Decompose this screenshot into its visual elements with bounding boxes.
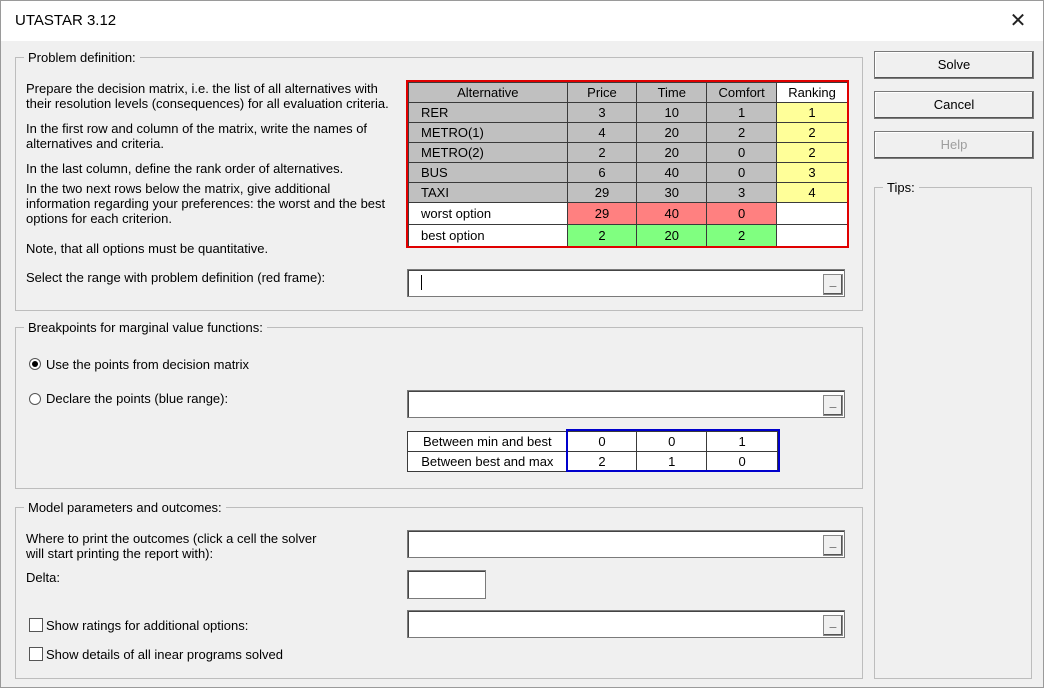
- matrix-cell[interactable]: 30: [636, 182, 708, 203]
- worst-cell[interactable]: [776, 202, 848, 225]
- matrix-cell[interactable]: 6: [566, 162, 638, 183]
- problem-para-1: Prepare the decision matrix, i.e. the li…: [26, 81, 389, 111]
- matrix-cell[interactable]: 1: [706, 102, 778, 123]
- ranking-cell[interactable]: 4: [776, 182, 848, 203]
- breakpoints-range-collapse-button[interactable]: _: [823, 395, 843, 416]
- matrix-header[interactable]: Alternative: [408, 82, 568, 103]
- matrix-header-row: Alternative Price Time Comfort Ranking: [408, 82, 848, 103]
- alternative-cell[interactable]: TAXI: [408, 182, 568, 203]
- text-caret: [421, 275, 422, 290]
- delta-input[interactable]: [407, 570, 486, 599]
- alternative-cell[interactable]: RER: [408, 102, 568, 123]
- declare-points-radio[interactable]: [29, 393, 41, 405]
- decision-matrix: Alternative Price Time Comfort Ranking R…: [408, 82, 848, 247]
- radio-selected-dot: [32, 361, 38, 367]
- ranking-cell[interactable]: 2: [776, 142, 848, 163]
- best-cell[interactable]: 20: [636, 224, 708, 247]
- matrix-header[interactable]: Price: [566, 82, 638, 103]
- problem-para-2: In the first row and column of the matri…: [26, 121, 368, 151]
- breakpoints-table: Between min and best 0 0 1 Between best …: [407, 431, 778, 472]
- breakpoint-cell[interactable]: 1: [706, 431, 778, 452]
- matrix-cell[interactable]: 0: [706, 162, 778, 183]
- matrix-header[interactable]: Time: [636, 82, 708, 103]
- problem-para-3: In the last column, define the rank orde…: [26, 161, 344, 176]
- print-outcomes-input[interactable]: _: [407, 530, 845, 558]
- dialog-window: UTASTAR 3.12 ✕ Problem definition: Prepa…: [0, 0, 1044, 688]
- table-row: Between best and max 2 1 0: [407, 451, 778, 472]
- tips-legend: Tips:: [887, 180, 915, 195]
- breakpoint-cell[interactable]: 2: [566, 451, 638, 472]
- ranking-cell[interactable]: 2: [776, 122, 848, 143]
- show-details-checkbox[interactable]: [29, 647, 43, 661]
- matrix-cell[interactable]: 3: [566, 102, 638, 123]
- best-option-row: best option 2 20 2: [408, 224, 848, 247]
- breakpoint-row-label[interactable]: Between best and max: [407, 451, 568, 472]
- problem-para-5: Note, that all options must be quantitat…: [26, 241, 269, 256]
- matrix-cell[interactable]: 2: [706, 122, 778, 143]
- breakpoint-cell[interactable]: 1: [636, 451, 708, 472]
- matrix-cell[interactable]: 2: [566, 142, 638, 163]
- show-ratings-label[interactable]: Show ratings for additional options:: [46, 618, 248, 633]
- matrix-cell[interactable]: 4: [566, 122, 638, 143]
- alternative-cell[interactable]: METRO(2): [408, 142, 568, 163]
- window-title: UTASTAR 3.12: [15, 12, 117, 29]
- table-row: METRO(1) 4 20 2 2: [408, 122, 848, 143]
- problem-definition-legend: Problem definition:: [28, 50, 136, 65]
- print-outcomes-collapse-button[interactable]: _: [823, 535, 843, 556]
- problem-para-4: In the two next rows below the matrix, g…: [26, 181, 386, 226]
- worst-option-row: worst option 29 40 0: [408, 202, 848, 225]
- breakpoint-row-label[interactable]: Between min and best: [407, 431, 568, 452]
- breakpoint-cell[interactable]: 0: [566, 431, 638, 452]
- problem-range-collapse-button[interactable]: _: [823, 274, 843, 295]
- breakpoints-range-input[interactable]: _: [407, 390, 845, 418]
- use-matrix-points-label[interactable]: Use the points from decision matrix: [46, 357, 249, 372]
- table-row: BUS 6 40 0 3: [408, 162, 848, 183]
- ranking-cell[interactable]: 1: [776, 102, 848, 123]
- matrix-cell[interactable]: 20: [636, 122, 708, 143]
- best-option-label[interactable]: best option: [408, 224, 568, 247]
- show-ratings-checkbox[interactable]: [29, 618, 43, 632]
- matrix-cell[interactable]: 20: [636, 142, 708, 163]
- matrix-cell[interactable]: 0: [706, 142, 778, 163]
- model-parameters-legend: Model parameters and outcomes:: [28, 500, 222, 515]
- table-row: TAXI 29 30 3 4: [408, 182, 848, 203]
- table-row: METRO(2) 2 20 0 2: [408, 142, 848, 163]
- show-details-label[interactable]: Show details of all inear programs solve…: [46, 647, 283, 662]
- worst-cell[interactable]: 0: [706, 202, 778, 225]
- matrix-cell[interactable]: 3: [706, 182, 778, 203]
- matrix-header[interactable]: Comfort: [706, 82, 778, 103]
- table-row: Between min and best 0 0 1: [407, 431, 778, 452]
- range-label: Select the range with problem definition…: [26, 270, 326, 285]
- ranking-cell[interactable]: 3: [776, 162, 848, 183]
- best-cell[interactable]: 2: [566, 224, 638, 247]
- delta-label: Delta:: [26, 570, 60, 585]
- cancel-button[interactable]: Cancel: [874, 91, 1034, 119]
- close-icon[interactable]: ✕: [1003, 7, 1033, 35]
- declare-points-label[interactable]: Declare the points (blue range):: [46, 391, 228, 406]
- alternative-cell[interactable]: BUS: [408, 162, 568, 183]
- matrix-cell[interactable]: 40: [636, 162, 708, 183]
- title-bar: UTASTAR 3.12 ✕: [1, 1, 1043, 41]
- breakpoint-cell[interactable]: 0: [706, 451, 778, 472]
- additional-options-input[interactable]: _: [407, 610, 845, 638]
- worst-cell[interactable]: 40: [636, 202, 708, 225]
- solve-button[interactable]: Solve: [874, 51, 1034, 79]
- breakpoint-cell[interactable]: 0: [636, 431, 708, 452]
- use-matrix-points-radio[interactable]: [29, 358, 41, 370]
- help-button[interactable]: Help: [874, 131, 1034, 159]
- problem-range-input[interactable]: _: [407, 269, 845, 297]
- matrix-cell[interactable]: 29: [566, 182, 638, 203]
- table-row: RER 3 10 1 1: [408, 102, 848, 123]
- print-outcomes-label: Where to print the outcomes (click a cel…: [26, 531, 317, 561]
- matrix-cell[interactable]: 10: [636, 102, 708, 123]
- tips-group: Tips:: [874, 180, 1032, 679]
- breakpoints-legend: Breakpoints for marginal value functions…: [28, 320, 263, 335]
- alternative-cell[interactable]: METRO(1): [408, 122, 568, 143]
- additional-options-collapse-button[interactable]: _: [823, 615, 843, 636]
- worst-option-label[interactable]: worst option: [408, 202, 568, 225]
- best-cell[interactable]: [776, 224, 848, 247]
- matrix-header[interactable]: Ranking: [776, 82, 848, 103]
- best-cell[interactable]: 2: [706, 224, 778, 247]
- worst-cell[interactable]: 29: [566, 202, 638, 225]
